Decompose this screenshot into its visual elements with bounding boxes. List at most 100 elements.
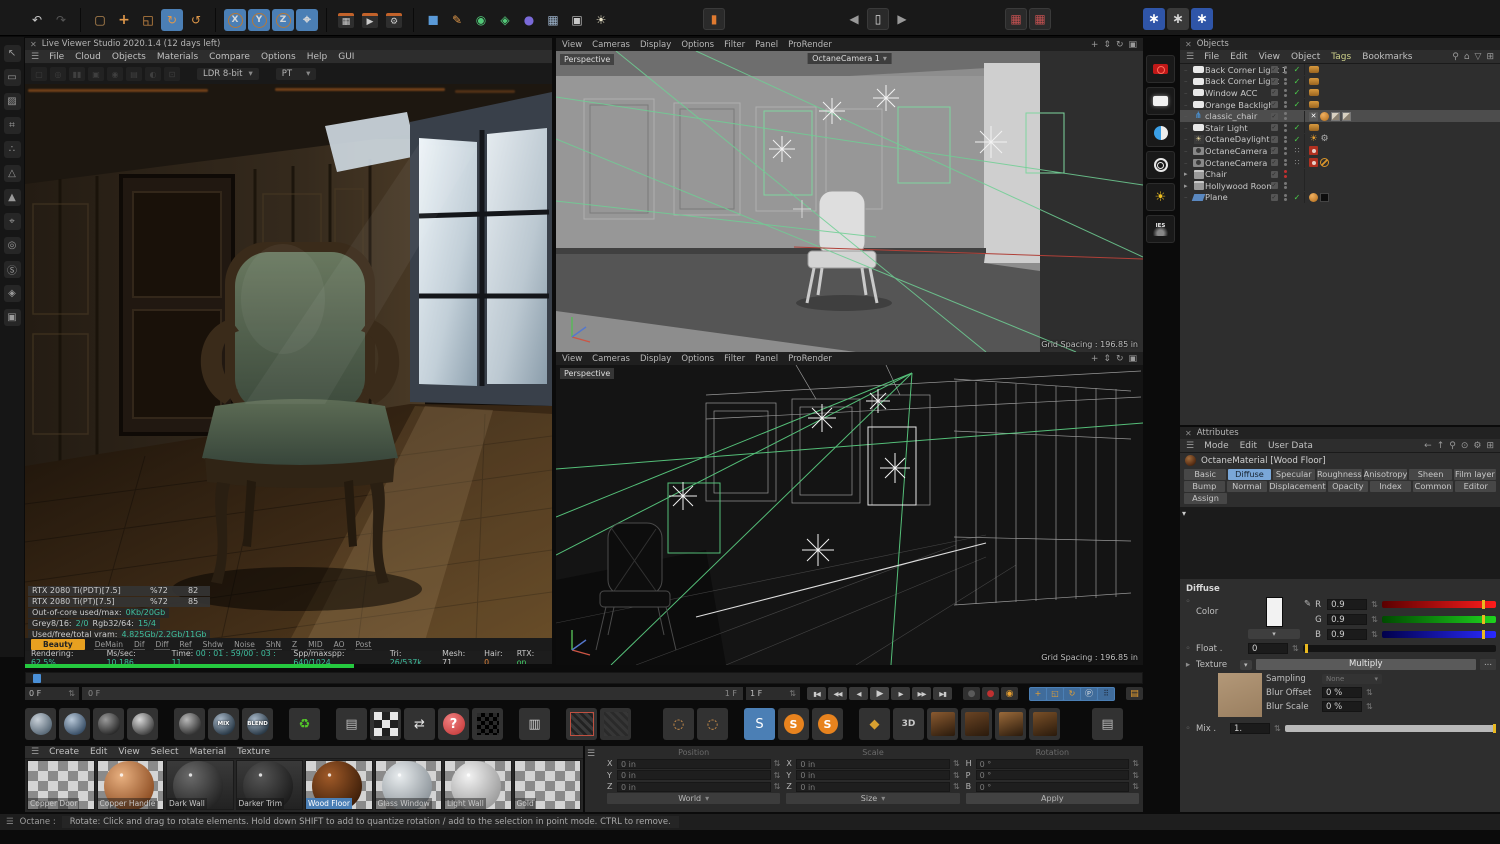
menu-item-material[interactable]: Material [190, 747, 227, 757]
expand-icon[interactable]: ▸ [1184, 182, 1192, 190]
zoom-view-icon[interactable]: ⇕ [1103, 40, 1111, 50]
object-row-octanecamera[interactable]: –OctaneCamera✓∷ [1180, 157, 1500, 169]
spinner-icon[interactable]: ⇅ [1371, 615, 1378, 624]
enable-checkbox[interactable]: ✓ [1267, 66, 1281, 73]
object-row-hollywood-room[interactable]: ▸Hollywood Room✓ [1180, 180, 1500, 192]
material-quad-icon[interactable] [127, 708, 158, 740]
object-row-window-acc[interactable]: –Window ACC✓✓ [1180, 87, 1500, 99]
snap-icon[interactable]: ◈ [4, 285, 21, 302]
layer-manager-icon[interactable]: ▤ [1126, 687, 1143, 700]
tab-diffuse[interactable]: Diffuse [1228, 469, 1270, 480]
spline-pen-icon[interactable]: ✎ [446, 9, 468, 31]
lv-tool-icon[interactable]: ▤ [126, 67, 142, 81]
material-thumb-copper-door[interactable]: Copper Door [27, 760, 95, 810]
material-thumb-wood-floor[interactable]: Wood Floor [305, 760, 373, 810]
sun-tag[interactable]: ☀ [1309, 135, 1318, 144]
object-row-chair[interactable]: ▸Chair✓ [1180, 168, 1500, 180]
sampling-dropdown[interactable]: None▾ [1322, 674, 1382, 684]
autokey-icon[interactable]: ◉ [1001, 687, 1018, 700]
material-tag[interactable] [1309, 89, 1319, 96]
prev-frame-button[interactable]: ◀ [849, 687, 868, 700]
new-panel-icon[interactable]: ⊞ [1486, 441, 1494, 451]
menu-item-cameras[interactable]: Cameras [592, 40, 630, 50]
mograph-icon[interactable]: ▦ [542, 9, 564, 31]
lv-tool-icon[interactable]: ▣ [88, 67, 104, 81]
blur-scale-input[interactable]: 0 % [1322, 701, 1362, 712]
visibility-dots[interactable] [1281, 101, 1290, 109]
prev-key-button[interactable]: ◀◀ [828, 687, 847, 700]
daylight-button[interactable]: ☀ [1146, 183, 1175, 211]
octane-send-icon[interactable]: ∗ [1191, 8, 1213, 30]
menu-item-user-data[interactable]: User Data [1268, 441, 1313, 451]
close-icon[interactable]: ✕ [1185, 429, 1192, 438]
mix-input[interactable]: 1. [1230, 723, 1270, 734]
menu-item-compare[interactable]: Compare [209, 52, 250, 62]
spinner-icon[interactable]: ⇅ [1371, 600, 1378, 609]
coord-input-x[interactable]: 0 in [617, 759, 771, 769]
visibility-dots[interactable] [1281, 78, 1290, 86]
menu-item-panel[interactable]: Panel [755, 40, 778, 50]
octane-gold-icon[interactable]: ◆ [859, 708, 890, 740]
menu-item-options[interactable]: Options [681, 40, 714, 50]
phong-tag[interactable] [1309, 193, 1318, 202]
anim-dot-icon[interactable]: ◦ [1184, 644, 1192, 654]
object-state-icon[interactable]: ∷ [1290, 146, 1304, 155]
hatch-red-icon[interactable] [566, 708, 597, 740]
spinner-icon[interactable]: ⇅ [1371, 630, 1378, 639]
spinner-icon[interactable]: ⇅ [953, 759, 960, 768]
history-back-icon[interactable]: ← [1424, 441, 1432, 451]
hatch-dim-icon[interactable] [600, 708, 631, 740]
octane-specular-icon[interactable]: S [812, 708, 843, 740]
enable-checkbox[interactable]: ✓ [1267, 159, 1281, 166]
start-frame-field[interactable]: 0 F⇅ [25, 687, 79, 700]
coordinate-system-icon[interactable]: ⌖ [296, 9, 318, 31]
menu-icon[interactable]: ☰ [587, 748, 601, 810]
tab-opacity[interactable]: Opacity [1328, 481, 1369, 492]
object-row-octanedaylight[interactable]: –☀OctaneDaylight✓✓☀⚙ [1180, 134, 1500, 146]
move-tool-icon[interactable]: + [113, 9, 135, 31]
texture-thumbnail[interactable] [1218, 673, 1262, 717]
visibility-dots[interactable] [1281, 89, 1290, 97]
texture-tag[interactable] [1342, 112, 1351, 121]
key-parameter-icon[interactable]: Ⓟ [1081, 688, 1097, 700]
visibility-dots[interactable] [1281, 182, 1290, 190]
material-sphere-3-icon[interactable] [93, 708, 124, 740]
apply-button[interactable]: Apply [966, 793, 1139, 804]
coord-input-p[interactable]: 0 ° [976, 770, 1130, 780]
render-queue-icon[interactable]: ▦ [1029, 8, 1051, 30]
render-view-icon[interactable]: ▦ [335, 9, 357, 31]
octane-live-viewer-icon[interactable]: ∗ [1143, 8, 1165, 30]
menu-item-bookmarks[interactable]: Bookmarks [1362, 52, 1412, 62]
material-tag[interactable] [1309, 78, 1319, 85]
coord-input-b[interactable]: 0 ° [976, 782, 1130, 792]
material-header[interactable]: OctaneMaterial [Wood Floor] [1180, 453, 1500, 468]
material-pen-icon[interactable] [174, 708, 205, 740]
menu-item-tags[interactable]: Tags [1331, 52, 1351, 62]
enable-checkbox[interactable]: ✓ [1267, 124, 1281, 131]
texture-mode-button[interactable]: Multiply [1256, 659, 1476, 670]
coord-input-z[interactable]: 0 in [617, 782, 771, 792]
menu-item-object[interactable]: Object [1291, 52, 1320, 62]
spinner-icon[interactable]: ⇅ [1292, 644, 1299, 653]
ies-light-button[interactable]: IES [1146, 215, 1175, 243]
tab-index[interactable]: Index [1370, 481, 1411, 492]
node-editor-icon[interactable]: ▤ [336, 708, 367, 740]
expand-icon[interactable]: ▸ [1184, 660, 1192, 670]
enable-checkbox[interactable]: ✓ [1267, 78, 1281, 85]
tab-assign[interactable]: Assign [1184, 493, 1227, 504]
panel-icon[interactable]: ⊞ [1486, 52, 1494, 62]
wood-2-icon[interactable] [961, 708, 992, 740]
menu-item-display[interactable]: Display [640, 40, 671, 50]
menu-item-texture[interactable]: Texture [237, 747, 270, 757]
tab-displacement[interactable]: Displacement [1269, 481, 1325, 492]
timeline-ruler[interactable] [25, 672, 1143, 684]
octane-material-icon[interactable]: S [744, 708, 775, 740]
enable-checkbox[interactable]: ✓ [1267, 147, 1281, 154]
texture-browse-button[interactable]: ... [1480, 659, 1496, 670]
nav-back-icon[interactable]: ◀ [843, 8, 865, 30]
tab-basic[interactable]: Basic [1184, 469, 1226, 480]
render-view[interactable] [25, 84, 552, 668]
tab-roughness[interactable]: Roughness [1317, 469, 1362, 480]
menu-item-panel[interactable]: Panel [755, 354, 778, 364]
enable-checkbox[interactable]: ✓ [1267, 113, 1281, 120]
